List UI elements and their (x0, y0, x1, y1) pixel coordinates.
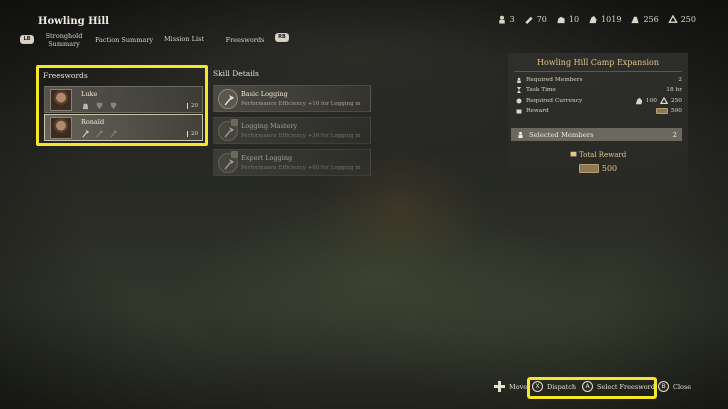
person-icon (518, 131, 523, 138)
freesword-card-ronald[interactable]: Ronald 20 (44, 114, 203, 141)
axe-icon (82, 129, 90, 138)
resource-grain: 256 (630, 15, 659, 24)
skill-logging-mastery[interactable]: Logging Mastery Performance Efficiency +… (213, 117, 371, 144)
x-button-icon: X (532, 381, 543, 392)
resource-bar: 3 70 10 1019 256 250 (497, 15, 696, 24)
page-title: Howling Hill (38, 16, 109, 27)
skill-description: Performance Efficiency +60 for Logging m (241, 165, 361, 171)
task-time-row: Task Time 18 hr (516, 87, 682, 93)
skill-basic-logging[interactable]: Basic Logging Performance Efficiency +10… (213, 85, 371, 112)
total-reward-label: Total Reward (508, 150, 688, 159)
lb-bumper-icon[interactable]: LB (20, 35, 34, 44)
lock-icon (231, 119, 238, 126)
hourglass-icon (517, 87, 521, 93)
skill-name: Basic Logging (241, 90, 288, 98)
soldier-icon (498, 15, 505, 24)
freeswords-panel: Freeswords Luke 20 Ronald 20 (36, 65, 208, 146)
b-button-icon: B (658, 381, 669, 392)
chest-icon (570, 151, 577, 157)
freeswords-title: Freeswords (43, 71, 88, 80)
lock-icon (231, 151, 238, 158)
skill-description: Performance Efficiency +10 for Logging m (241, 101, 361, 107)
grain-icon (631, 16, 640, 24)
axe-icon (224, 95, 234, 106)
coin-icon (655, 108, 668, 114)
required-members-row: Required Members 2 (516, 77, 682, 83)
prompt-select-freesword[interactable]: A Select Freesword (582, 381, 655, 392)
stone-icon (557, 16, 565, 24)
axe-icon (110, 129, 118, 138)
gold-icon (659, 97, 668, 104)
wood-icon (525, 16, 533, 24)
prompt-close[interactable]: B Close (658, 381, 691, 392)
freesword-card-luke[interactable]: Luke 20 (44, 86, 203, 113)
prompt-move[interactable]: Move (494, 381, 527, 392)
coins-icon (516, 98, 522, 104)
resource-ore: 1019 (588, 15, 621, 24)
skill-name: Expert Logging (241, 154, 293, 162)
person-icon (517, 77, 521, 83)
rb-bumper-icon[interactable]: RB (275, 33, 289, 42)
shield-icon (110, 102, 117, 110)
axe-icon (224, 127, 234, 138)
freesword-skills (81, 129, 118, 138)
skill-description: Performance Efficiency +30 for Logging m (241, 133, 361, 139)
skill-expert-logging[interactable]: Expert Logging Performance Efficiency +6… (213, 149, 371, 176)
prompt-dispatch[interactable]: X Dispatch (532, 381, 576, 392)
shield-icon (96, 102, 103, 110)
axe-icon (224, 159, 234, 170)
selected-members-bar[interactable]: Selected Members 2 (511, 128, 682, 141)
tab-freeswords[interactable]: Freeswords (224, 36, 266, 44)
skill-details-title: Skill Details (213, 69, 259, 78)
tab-faction-summary[interactable]: Faction Summary (94, 36, 154, 44)
avatar (50, 89, 72, 111)
a-button-icon: A (582, 381, 593, 392)
chest-icon (516, 109, 522, 114)
total-reward-value: 500 (508, 164, 688, 173)
ore-icon (589, 15, 597, 24)
resource-stone: 10 (556, 15, 579, 24)
tab-stronghold-summary[interactable]: Stronghold Summary (44, 32, 84, 48)
dpad-icon (494, 381, 505, 392)
resource-wood: 70 (524, 15, 547, 24)
avatar (50, 117, 72, 139)
freesword-skills (81, 101, 118, 110)
coin-icon (578, 164, 599, 173)
resource-soldiers: 3 (497, 15, 515, 24)
freesword-name: Ronald (81, 118, 105, 126)
freesword-name: Luke (81, 90, 98, 98)
tab-bar: LB Stronghold Summary Faction Summary Mi… (20, 32, 300, 50)
skill-icon (218, 89, 238, 109)
tab-mission-list[interactable]: Mission List (162, 35, 206, 43)
gold-icon (667, 15, 678, 23)
grain-sack-icon (82, 103, 89, 110)
reward-row: Reward 500 (516, 108, 682, 114)
required-currency-row: Required Currency 100 250 (516, 97, 682, 105)
freesword-level: 20 (187, 131, 198, 137)
freesword-level: 20 (187, 103, 198, 109)
ore-icon (635, 97, 643, 105)
skill-name: Logging Mastery (241, 122, 298, 130)
resource-gold: 250 (667, 15, 696, 24)
mission-title: Howling Hill Camp Expansion (537, 58, 659, 67)
divider (514, 71, 682, 72)
axe-icon (96, 129, 104, 138)
